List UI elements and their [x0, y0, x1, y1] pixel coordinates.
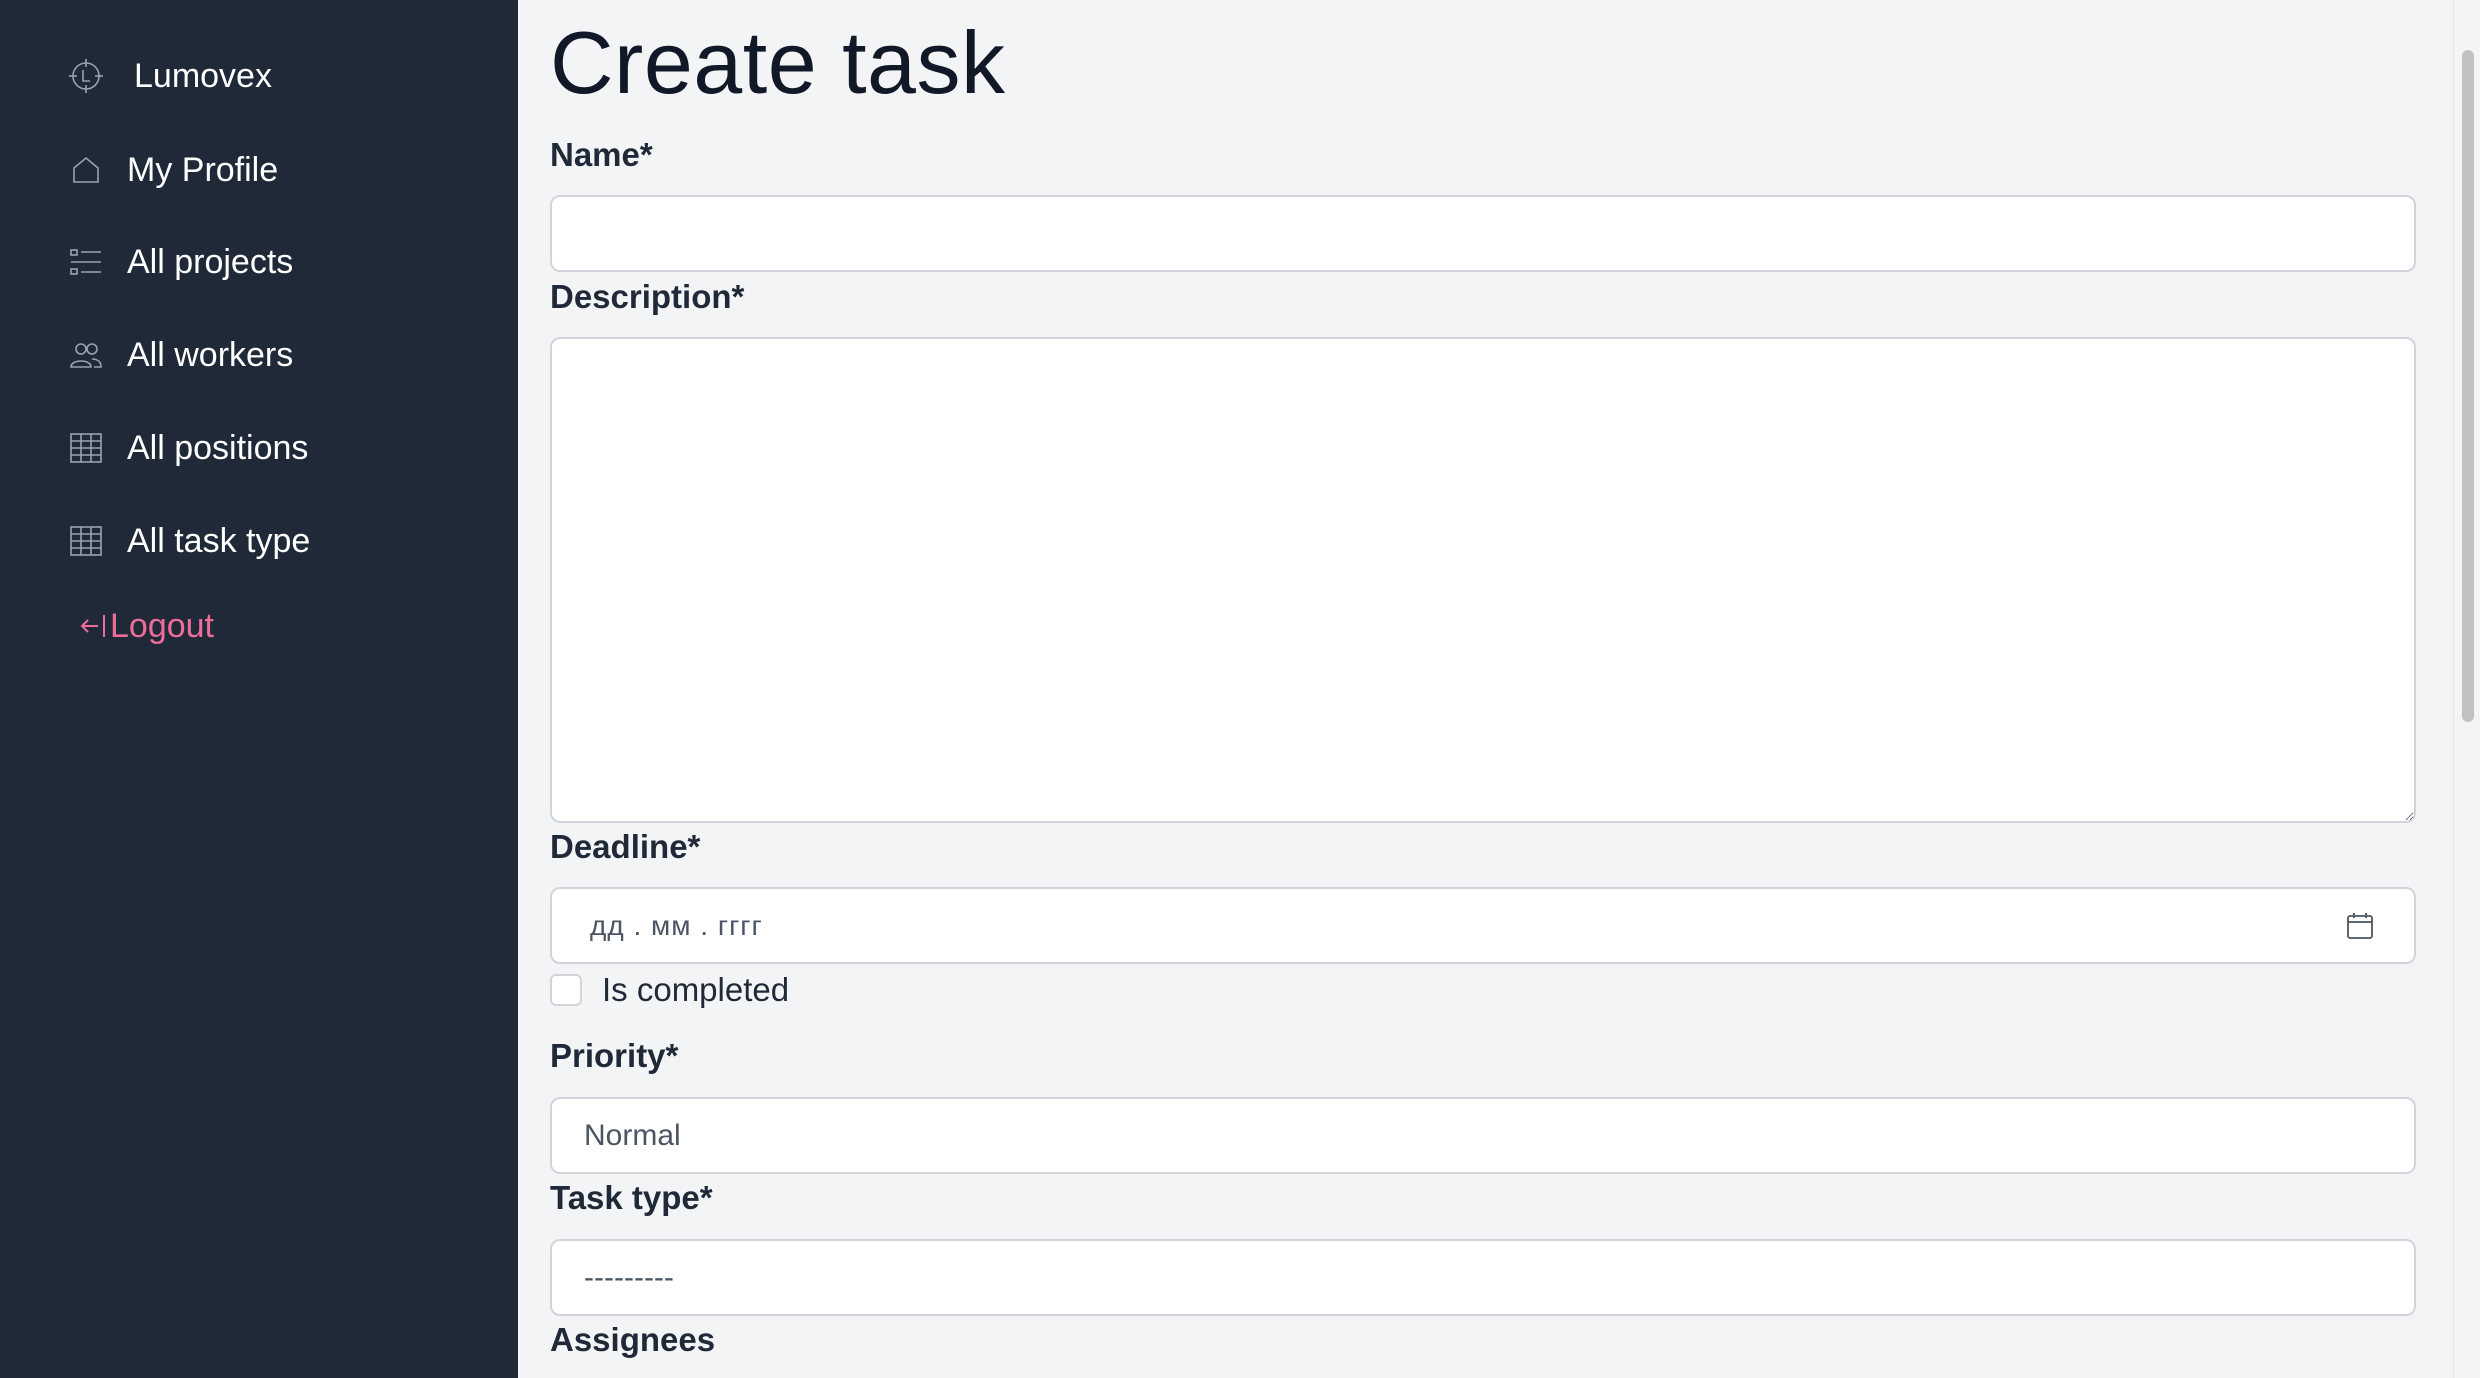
deadline-placeholder: дд . мм . гггг	[590, 909, 763, 941]
table-icon	[68, 430, 104, 466]
brand-link[interactable]: Lumovex	[68, 46, 272, 106]
logout-icon	[80, 608, 108, 644]
assignees-label: Assignees	[550, 1321, 716, 1358]
sidebar-item-my-profile[interactable]: My Profile	[68, 140, 278, 200]
sidebar-item-all-workers[interactable]: All workers	[68, 325, 293, 385]
sidebar-item-all-positions[interactable]: All positions	[68, 418, 308, 478]
sidebar-item-label: All positions	[127, 428, 309, 467]
list-icon	[68, 244, 104, 280]
task-type-select[interactable]: ---------	[550, 1239, 2416, 1316]
priority-select[interactable]: Normal	[550, 1097, 2416, 1174]
task-type-label: Task type*	[550, 1179, 713, 1216]
logout-label: Logout	[110, 606, 214, 645]
deadline-date-input[interactable]: дд . мм . гггг	[550, 887, 2416, 964]
home-icon	[68, 152, 104, 188]
deadline-label: Deadline*	[550, 828, 701, 865]
sidebar-item-all-projects[interactable]: All projects	[68, 232, 293, 292]
page-title: Create task	[550, 13, 1006, 112]
sidebar: Lumovex My Profile All projects All work…	[0, 0, 518, 1378]
name-input[interactable]	[550, 195, 2416, 272]
main-content: Create task Name* Description* Deadline*…	[518, 0, 2453, 1378]
app-root: Lumovex My Profile All projects All work…	[0, 0, 2480, 1378]
priority-label: Priority*	[550, 1037, 679, 1074]
brand-name: Lumovex	[134, 56, 272, 95]
is-completed-label: Is completed	[602, 971, 790, 1008]
is-completed-checkbox[interactable]	[550, 974, 582, 1006]
users-icon	[68, 337, 104, 373]
description-label: Description*	[550, 278, 745, 315]
scrollbar-thumb[interactable]	[2462, 50, 2474, 722]
sidebar-item-all-task-type[interactable]: All task type	[68, 511, 310, 571]
sidebar-item-label: All projects	[127, 242, 294, 281]
description-textarea[interactable]	[550, 337, 2416, 823]
sidebar-item-label: All task type	[127, 521, 311, 560]
calendar-icon[interactable]	[2344, 910, 2376, 942]
logout-link[interactable]: Logout	[80, 596, 214, 656]
name-label: Name*	[550, 136, 653, 173]
is-completed-row: Is completed	[550, 970, 789, 1010]
sidebar-item-label: All workers	[127, 335, 294, 374]
task-type-selected-value: ---------	[584, 1260, 674, 1294]
page-scrollbar[interactable]	[2453, 0, 2480, 1378]
table-icon	[68, 523, 104, 559]
priority-selected-value: Normal	[584, 1118, 681, 1152]
brand-logo-icon	[68, 58, 104, 94]
sidebar-item-label: My Profile	[127, 150, 279, 189]
